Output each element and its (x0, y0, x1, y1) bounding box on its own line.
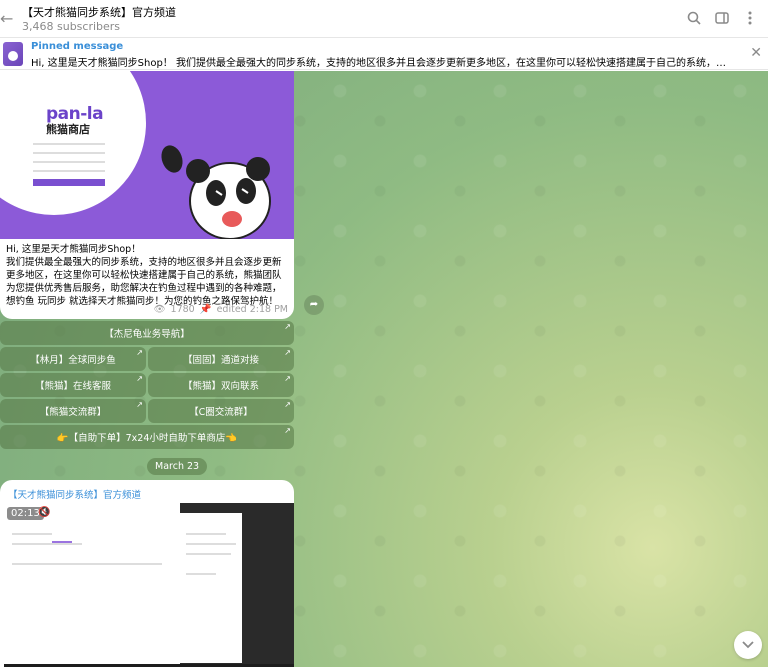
subscriber-count: 3,468 subscribers (22, 20, 121, 33)
pinned-thumbnail (3, 42, 23, 66)
pinned-label: Pinned message (31, 41, 124, 52)
mute-icon[interactable]: 🔇 (38, 507, 50, 518)
post-author[interactable]: 【天才熊猫同步系统】官方频道 (8, 487, 141, 501)
views-icon: 👁 (153, 304, 166, 315)
post-text: Hi, 这里是天才熊猫同步Shop！ 我们提供最全最强大的同步系统，支持的地区很… (6, 244, 282, 307)
keyboard-button[interactable]: 【熊猫交流群】 (0, 399, 146, 423)
chevron-down-icon[interactable] (734, 631, 762, 659)
chat-area: pan-la 熊猫商店 Hi, 这里是天才熊猫同步Shop！ 我们提供最全最强大… (0, 71, 768, 667)
video-player[interactable]: 02:13 🔇 (4, 503, 294, 667)
close-icon[interactable]: ✕ (750, 46, 762, 60)
pinned-text: Hi, 这里是天才熊猫同步Shop！ 我们提供最全最强大的同步系统，支持的地区很… (31, 58, 731, 69)
channel-title[interactable]: 【天才熊猫同步系统】官方频道 (22, 4, 176, 20)
edited-time: edited 2:18 PM (216, 304, 288, 315)
channel-post: pan-la 熊猫商店 Hi, 这里是天才熊猫同步Shop！ 我们提供最全最强大… (0, 71, 294, 319)
search-icon[interactable] (686, 9, 702, 27)
video-frame-mid (180, 513, 242, 663)
sidebar-toggle-icon[interactable] (714, 9, 730, 27)
more-vertical-icon[interactable] (742, 9, 758, 27)
back-arrow-icon[interactable]: ← (0, 9, 14, 29)
panda-illustration (161, 145, 271, 239)
keyboard-button[interactable]: 【C圈交流群】 (148, 399, 294, 423)
post-meta: 👁 1780 📌 edited 2:18 PM (153, 304, 288, 315)
keyboard-button[interactable]: 【杰尼龟业务导航】 (0, 321, 294, 345)
post-image[interactable]: pan-la 熊猫商店 (0, 71, 294, 239)
keyboard-button[interactable]: 【熊猫】在线客服 (0, 373, 146, 397)
pin-icon: 📌 (199, 304, 212, 315)
keyboard-button[interactable]: 【固固】通道对接 (148, 347, 294, 371)
channel-post: 【天才熊猫同步系统】官方频道 02:13 🔇 (0, 480, 294, 667)
date-separator: March 23 (147, 458, 208, 475)
pinned-message-bar[interactable]: Pinned message Hi, 这里是天才熊猫同步Shop！ 我们提供最全… (0, 38, 768, 70)
share-icon[interactable]: ➦ (304, 295, 324, 315)
keyboard-button[interactable]: 👉【自助下单】7x24小时自助下单商店👈 (0, 425, 294, 449)
keyboard-button[interactable]: 【林月】全球同步鱼 (0, 347, 146, 371)
chat-header: ← 【天才熊猫同步系统】官方频道 3,468 subscribers (0, 0, 768, 38)
banner-logo-sub: 熊猫商店 (46, 123, 90, 136)
video-frame-left (4, 503, 180, 667)
keyboard-button[interactable]: 【熊猫】双向联系 (148, 373, 294, 397)
view-count: 1780 (170, 304, 195, 315)
inline-keyboard: 【杰尼龟业务导航】 【林月】全球同步鱼 【固固】通道对接 【熊猫】在线客服 【熊… (0, 321, 294, 451)
